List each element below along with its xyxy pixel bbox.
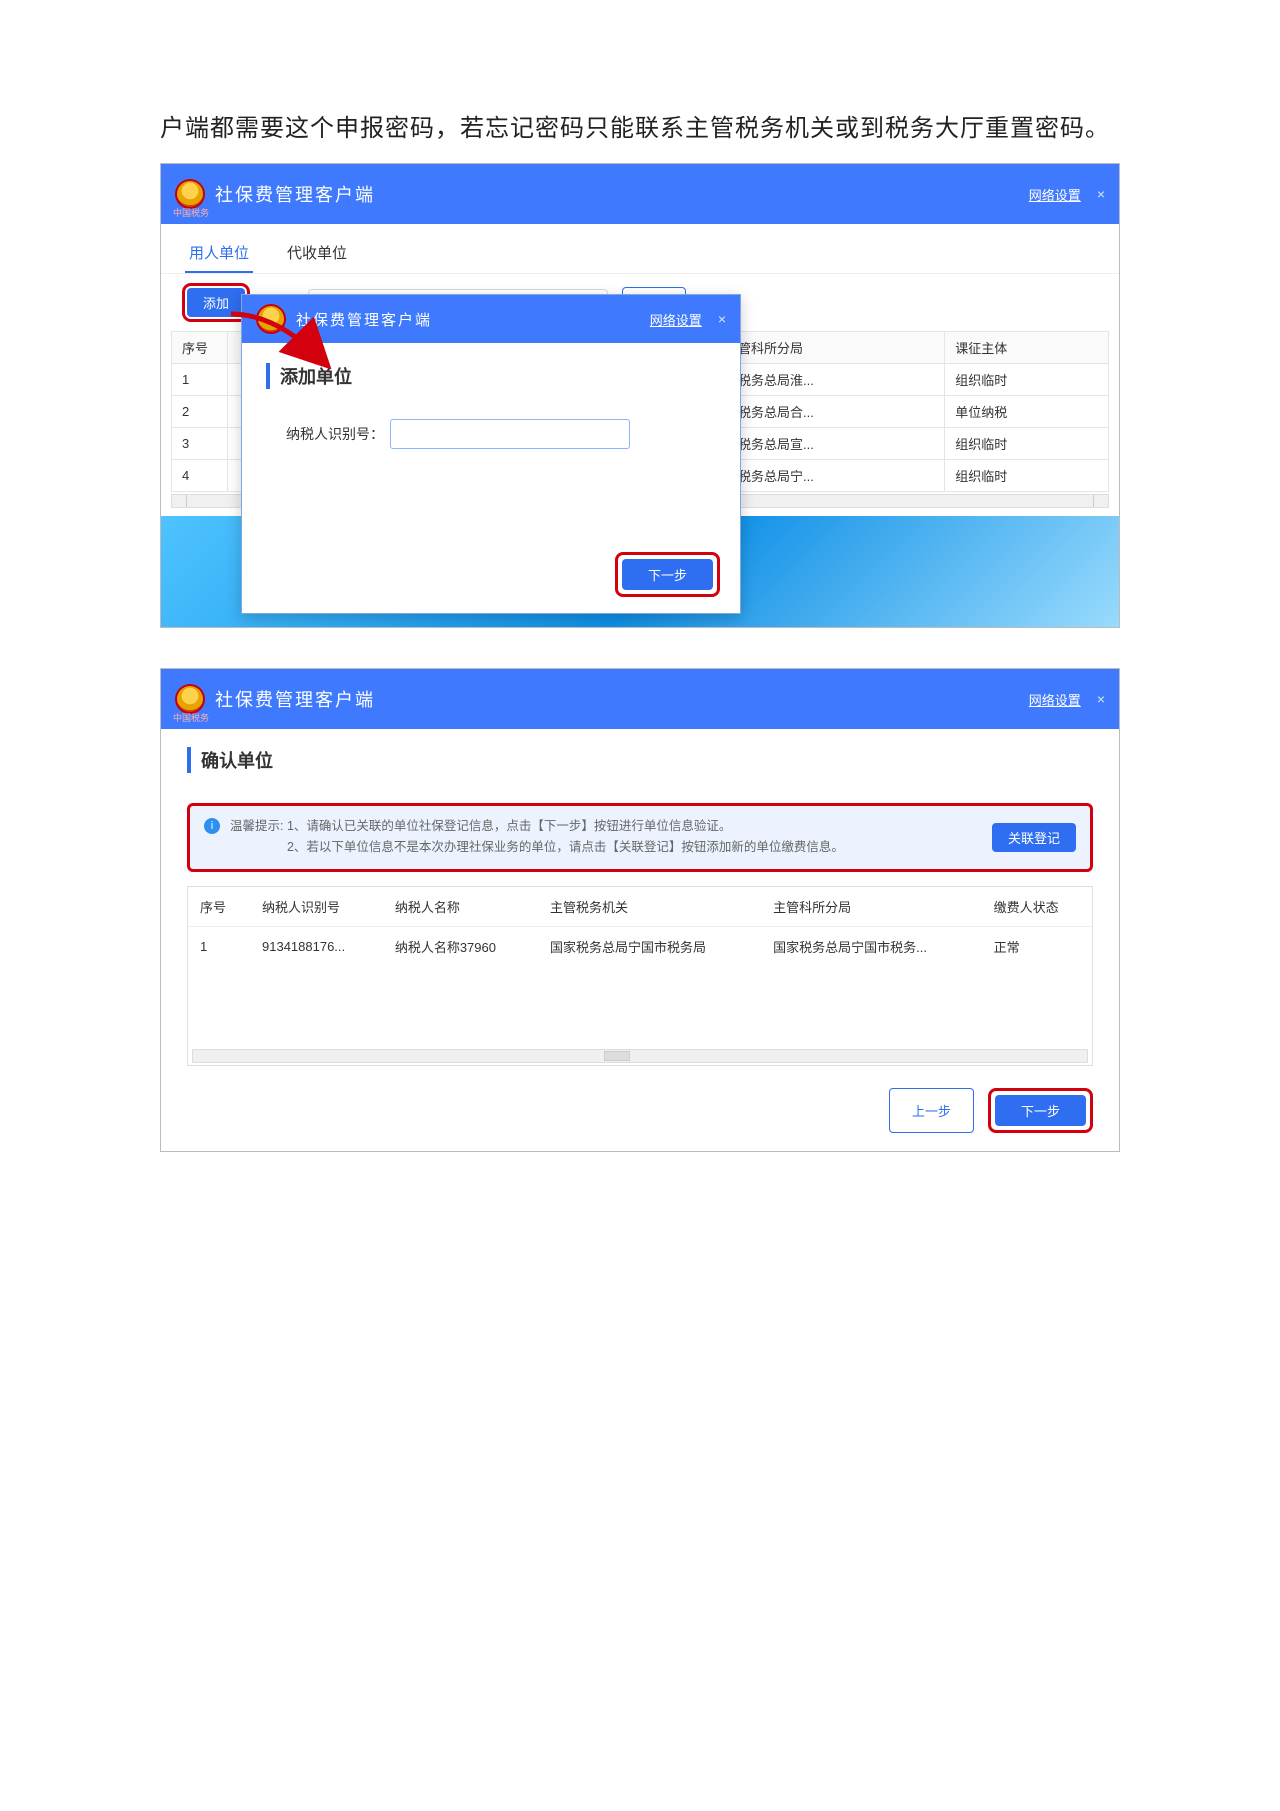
col-dept: 管科所分局 — [728, 332, 945, 364]
cell-tax-authority: 国家税务总局宁国市税务局 — [538, 926, 761, 966]
footer-buttons: 上一步 下一步 — [161, 1072, 1119, 1151]
network-settings-link[interactable]: 网络设置 — [650, 310, 702, 329]
prev-button[interactable]: 上一步 — [889, 1088, 974, 1133]
app-logo-icon — [256, 304, 286, 334]
intro-paragraph: 户端都需要这个申报密码，若忘记密码只能联系主管税务机关或到税务大厅重置密码。 — [160, 110, 1120, 147]
col-tax-authority: 主管税务机关 — [538, 887, 761, 927]
info-icon: i — [204, 818, 220, 834]
app-title: 社保费管理客户端 — [215, 686, 375, 712]
cell-dept: 税务总局合... — [728, 396, 945, 428]
cell-subject: 单位纳税 — [945, 396, 1109, 428]
cell-subject: 组织临时 — [945, 364, 1109, 396]
app-window-2: 中国税务 社保费管理客户端 网络设置 × 确认单位 i 温馨提示: 1、请确认已… — [160, 668, 1120, 1152]
app-title: 社保费管理客户端 — [215, 181, 375, 207]
dialog-section-title: 添加单位 — [266, 363, 716, 389]
add-unit-dialog: 社保费管理客户端 网络设置 × 添加单位 纳税人识别号： 下一步 — [241, 294, 741, 614]
cell-idx: 3 — [172, 428, 228, 460]
col-subject: 课征主体 — [945, 332, 1109, 364]
add-button[interactable]: 添加 — [187, 288, 245, 317]
tabs: 用人单位 代收单位 — [161, 224, 1119, 274]
col-dept: 主管科所分局 — [761, 887, 981, 927]
cell-taxpayer-name: 纳税人名称37960 — [383, 926, 538, 966]
app-logo-icon — [175, 179, 205, 209]
titlebar: 中国税务 社保费管理客户端 网络设置 × — [161, 164, 1119, 224]
close-icon[interactable]: × — [1097, 691, 1105, 707]
col-taxpayer-name: 纳税人名称 — [383, 887, 538, 927]
col-index: 序号 — [188, 887, 250, 927]
next-button[interactable]: 下一步 — [622, 559, 713, 590]
tip-line-1: 1、请确认已关联的单位社保登记信息，点击【下一步】按钮进行单位信息验证。 — [287, 819, 731, 833]
logo-subtext: 中国税务 — [173, 206, 209, 219]
tab-agent[interactable]: 代收单位 — [283, 234, 351, 273]
next-button[interactable]: 下一步 — [995, 1095, 1086, 1126]
cell-dept: 国家税务总局宁国市税务... — [761, 926, 981, 966]
col-index: 序号 — [172, 332, 228, 364]
taxpayer-id-input[interactable] — [390, 419, 630, 449]
cell-subject: 组织临时 — [945, 460, 1109, 492]
scrollbar-thumb[interactable] — [604, 1051, 630, 1061]
cell-subject: 组织临时 — [945, 428, 1109, 460]
tip-box: i 温馨提示: 1、请确认已关联的单位社保登记信息，点击【下一步】按钮进行单位信… — [187, 803, 1093, 872]
titlebar: 中国税务 社保费管理客户端 网络设置 × — [161, 669, 1119, 729]
cell-idx: 4 — [172, 460, 228, 492]
table-row[interactable]: 1 9134188176... 纳税人名称37960 国家税务总局宁国市税务局 … — [188, 926, 1092, 966]
cell-status: 正常 — [982, 926, 1092, 966]
close-icon[interactable]: × — [1097, 186, 1105, 202]
app-logo-icon — [175, 684, 205, 714]
app-window-1: 中国税务 社保费管理客户端 网络设置 × 用人单位 代收单位 添加 搜索 : 重… — [160, 163, 1120, 628]
cell-idx: 1 — [172, 364, 228, 396]
tip-line-2: 2、若以下单位信息不是本次办理社保业务的单位，请点击【关联登记】按钮添加新的单位… — [287, 840, 844, 854]
taxpayer-id-label: 纳税人识别号： — [286, 424, 384, 444]
associate-register-button[interactable]: 关联登记 — [992, 823, 1076, 852]
network-settings-link[interactable]: 网络设置 — [1029, 690, 1081, 709]
section-title-confirm: 确认单位 — [187, 747, 1093, 773]
logo-subtext: 中国税务 — [173, 711, 209, 724]
cell-dept: 税务总局淮... — [728, 364, 945, 396]
col-status: 缴费人状态 — [982, 887, 1092, 927]
confirm-table: 序号 纳税人识别号 纳税人名称 主管税务机关 主管科所分局 缴费人状态 1 91… — [187, 886, 1093, 1066]
cell-dept: 税务总局宁... — [728, 460, 945, 492]
network-settings-link[interactable]: 网络设置 — [1029, 185, 1081, 204]
tip-prefix: 温馨提示: — [230, 819, 283, 833]
tab-employer[interactable]: 用人单位 — [185, 234, 253, 273]
cell-idx: 2 — [172, 396, 228, 428]
cell-idx: 1 — [188, 926, 250, 966]
close-icon[interactable]: × — [718, 311, 726, 327]
col-taxpayer-id: 纳税人识别号 — [250, 887, 383, 927]
h-scrollbar[interactable] — [192, 1049, 1088, 1063]
dialog-title: 社保费管理客户端 — [296, 309, 432, 330]
cell-taxpayer-id: 9134188176... — [250, 926, 383, 966]
cell-dept: 税务总局宣... — [728, 428, 945, 460]
dialog-titlebar: 社保费管理客户端 网络设置 × — [242, 295, 740, 343]
